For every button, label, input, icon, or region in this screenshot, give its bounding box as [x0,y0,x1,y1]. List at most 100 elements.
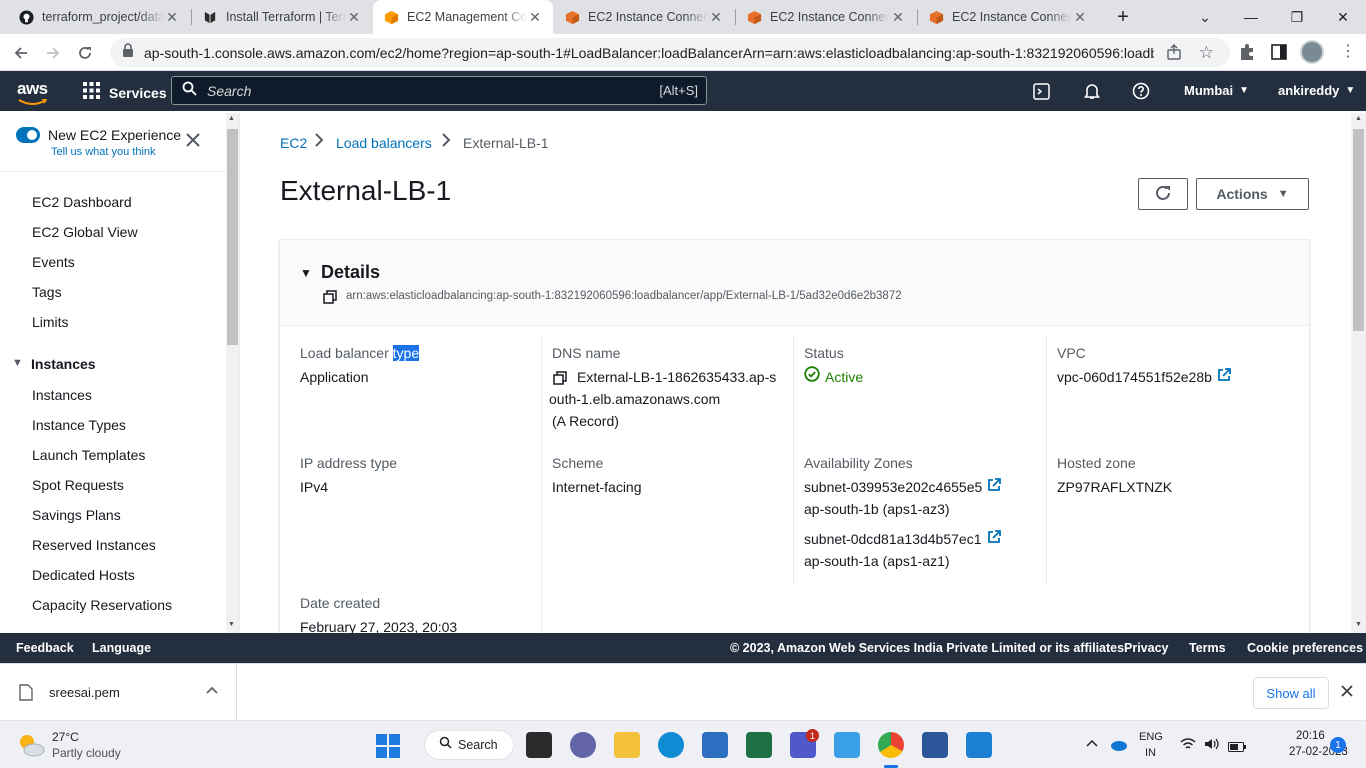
help-icon[interactable] [1132,82,1150,105]
new-tab-button[interactable]: + [1100,0,1146,34]
tab-terraform-project[interactable]: terraform_project/data ✕ [8,0,190,34]
excel-icon[interactable] [746,732,772,758]
wifi-icon[interactable] [1180,737,1196,756]
close-icon[interactable]: ✕ [708,9,724,26]
close-icon[interactable]: ✕ [164,9,180,26]
forward-button[interactable] [40,40,66,66]
onedrive-cloud-icon[interactable] [1108,738,1128,756]
main-scrollbar[interactable]: ▲ ▼ [1351,113,1366,633]
tab-search-chevron-icon[interactable]: ⌄ [1182,0,1228,34]
tab-ec2-instance-connect-3[interactable]: EC2 Instance Connect ✕ [918,0,1098,34]
sidebar-item-events[interactable]: Events [32,254,75,270]
footer-feedback-link[interactable]: Feedback [16,641,74,655]
tab-ec2-instance-connect-1[interactable]: EC2 Instance Connect ✕ [554,0,734,34]
notifications-bell-icon[interactable] [1083,82,1101,105]
close-icon[interactable]: ✕ [527,9,543,26]
sidebar-item-spot-requests[interactable]: Spot Requests [32,477,124,493]
reload-button[interactable] [72,40,98,66]
show-all-downloads-button[interactable]: Show all [1253,677,1329,709]
input-region[interactable]: IN [1145,747,1156,759]
actions-dropdown-button[interactable]: Actions ▼ [1196,178,1309,210]
close-sidebar-icon[interactable] [186,133,200,152]
tab-ec2-instance-connect-2[interactable]: EC2 Instance Connect ✕ [736,0,916,34]
notification-count-badge[interactable]: 1 [1330,737,1346,753]
new-experience-toggle[interactable] [16,127,40,143]
share-icon[interactable] [1166,44,1182,65]
tab-install-terraform[interactable]: Install Terraform | Terr ✕ [192,0,372,34]
task-view-icon[interactable] [526,732,552,758]
photos-icon[interactable] [966,732,992,758]
volume-icon[interactable] [1204,737,1220,756]
profile-avatar[interactable] [1300,40,1324,64]
sidebar-item-ec2-dashboard[interactable]: EC2 Dashboard [32,194,132,210]
account-menu[interactable]: ankireddy ▼ [1278,83,1355,98]
minimize-button[interactable]: — [1228,0,1274,34]
caret-down-icon[interactable]: ▼ [12,357,23,369]
aws-logo[interactable]: aws [17,79,48,99]
download-item-filename[interactable]: sreesai.pem [49,685,120,700]
subnet-link-1[interactable]: subnet-039953e202c4655e5 [804,476,1002,498]
sidebar-item-launch-templates[interactable]: Launch Templates [32,447,145,463]
breadcrumb-ec2[interactable]: EC2 [280,135,307,151]
close-icon[interactable]: ✕ [1072,9,1088,26]
lb-type-value: Application [300,369,369,385]
az-label: Availability Zones [804,455,913,471]
close-window-button[interactable]: ✕ [1320,0,1366,34]
side-panel-icon[interactable] [1271,44,1287,65]
word-icon[interactable] [922,732,948,758]
url-omnibox[interactable]: ap-south-1.console.aws.amazon.com/ec2/ho… [110,38,1230,67]
chevron-up-icon[interactable] [1086,737,1098,755]
footer-cookie-preferences-link[interactable]: Cookie preferences [1247,641,1363,655]
footer-language-link[interactable]: Language [92,641,151,655]
feedback-link[interactable]: Tell us what you think [51,146,156,158]
footer-terms-link[interactable]: Terms [1189,641,1226,655]
notepad-icon[interactable] [834,732,860,758]
back-button[interactable] [8,40,34,66]
sidebar-item-dedicated-hosts[interactable]: Dedicated Hosts [32,567,135,583]
sidebar-scrollbar[interactable]: ▲ ▼ [226,113,239,633]
copy-icon[interactable] [323,290,337,309]
chevron-up-icon[interactable] [206,684,218,702]
file-explorer-icon[interactable] [614,732,640,758]
clock-time[interactable]: 20:16 [1296,730,1325,742]
sidebar-item-reserved-instances[interactable]: Reserved Instances [32,537,156,553]
taskbar-search-button[interactable]: Search [424,730,514,760]
windows-start-icon[interactable] [376,734,400,763]
close-icon[interactable]: ✕ [346,9,362,26]
close-download-bar-icon[interactable] [1341,684,1353,702]
footer-privacy-link[interactable]: Privacy [1124,641,1168,655]
store-icon[interactable] [702,732,728,758]
edge-icon[interactable] [658,732,684,758]
services-menu[interactable]: Services [83,82,167,104]
more-menu-icon[interactable]: ⋮ [1340,41,1356,61]
sidebar-item-tags[interactable]: Tags [32,284,62,300]
region-selector[interactable]: Mumbai ▼ [1184,83,1249,98]
sidebar-item-ec2-global-view[interactable]: EC2 Global View [32,224,138,240]
cloudshell-icon[interactable] [1033,83,1050,105]
subnet-link-2[interactable]: subnet-0dcd81a13d4b57ec1 [804,528,1001,550]
extensions-puzzle-icon[interactable] [1238,43,1256,66]
tab-ec2-management-console[interactable]: EC2 Management Con ✕ [373,0,553,34]
battery-icon[interactable] [1228,739,1246,757]
collapse-caret-icon[interactable]: ▼ [300,266,312,280]
sidebar-section-instances[interactable]: Instances [31,356,96,372]
refresh-button[interactable] [1138,178,1188,210]
sidebar-item-savings-plans[interactable]: Savings Plans [32,507,121,523]
url-text[interactable]: ap-south-1.console.aws.amazon.com/ec2/ho… [144,45,1154,61]
vpc-link[interactable]: vpc-060d174551f52e28b [1057,366,1231,388]
chat-icon[interactable] [570,732,596,758]
chrome-icon[interactable] [878,732,904,758]
sidebar-item-capacity-reservations[interactable]: Capacity Reservations [32,597,172,613]
breadcrumb-load-balancers[interactable]: Load balancers [336,135,432,151]
restore-button[interactable]: ❐ [1274,0,1320,34]
aws-search-input[interactable]: Search [Alt+S] [171,76,707,105]
input-lang[interactable]: ENG [1139,731,1163,743]
details-heading[interactable]: Details [321,262,380,283]
status-badge: Active [804,366,863,388]
sidebar-item-instance-types[interactable]: Instance Types [32,417,126,433]
sidebar-item-limits[interactable]: Limits [32,314,69,330]
close-icon[interactable]: ✕ [890,9,906,26]
weather-partly-cloudy-icon[interactable] [16,731,46,764]
sidebar-item-instances[interactable]: Instances [32,387,92,403]
bookmark-star-icon[interactable]: ☆ [1199,43,1214,63]
